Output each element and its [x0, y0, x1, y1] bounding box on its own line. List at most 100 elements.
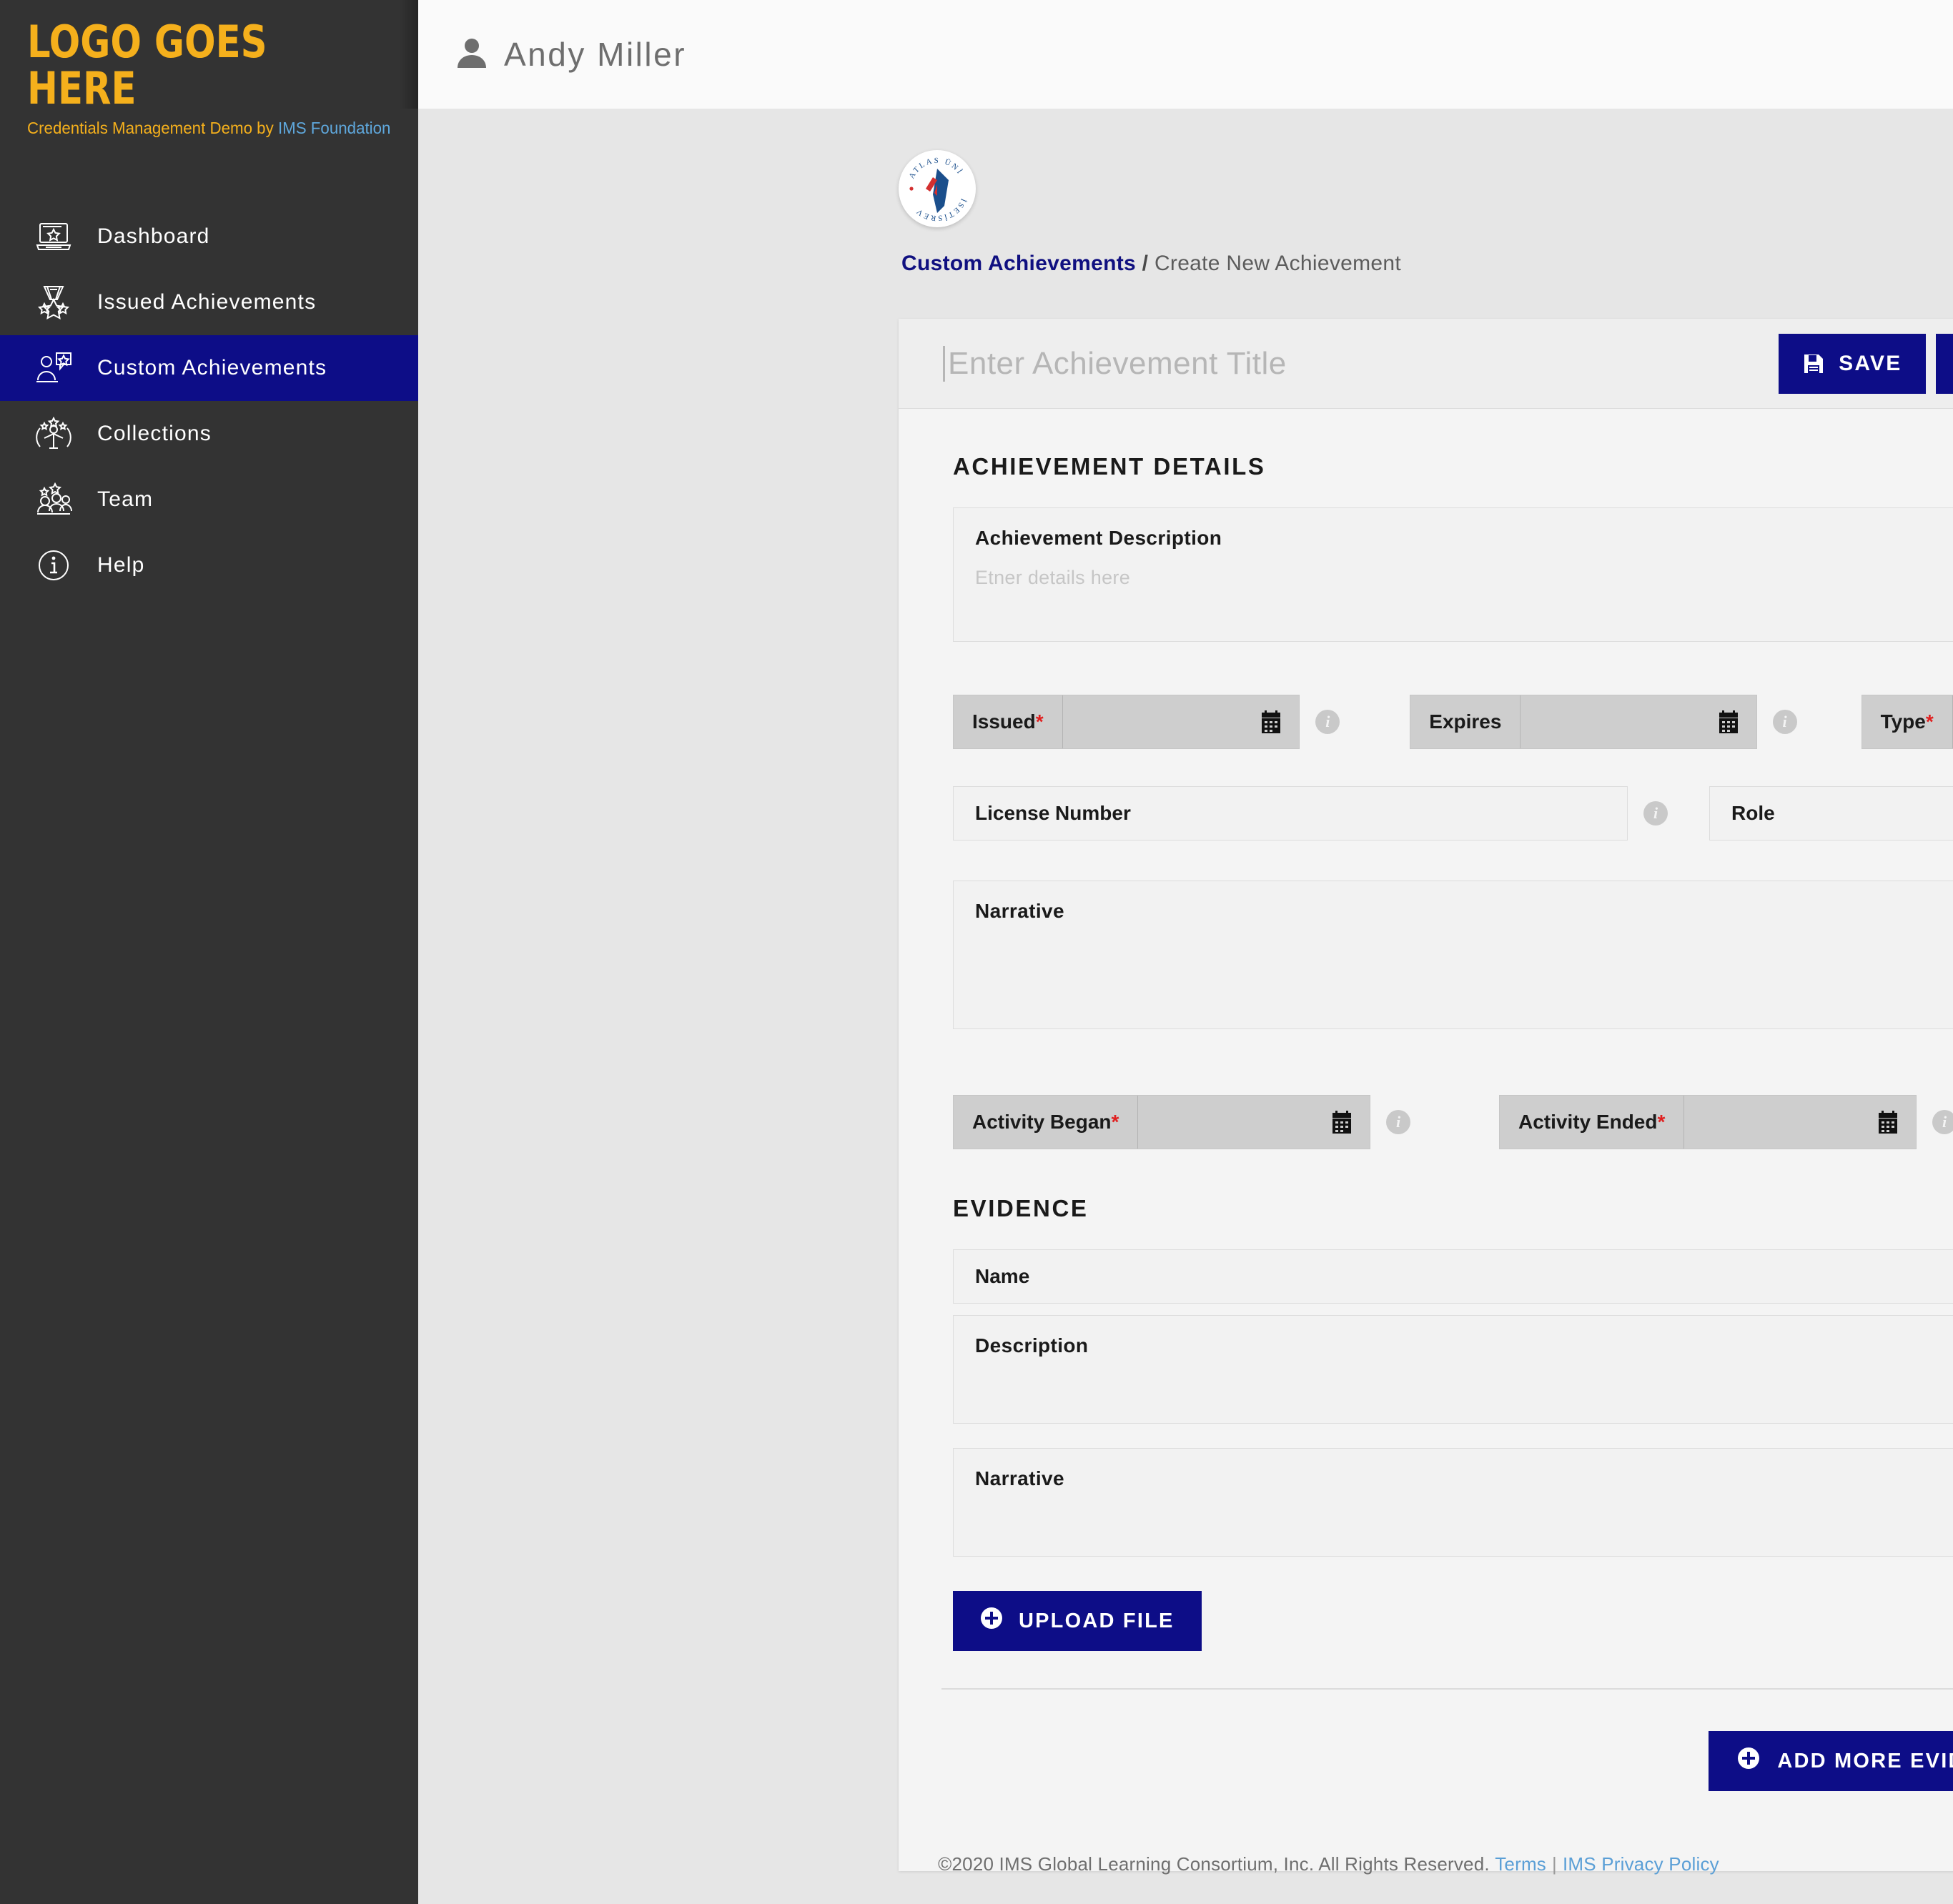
calendar-icon[interactable] [1877, 1111, 1899, 1134]
narrative-field[interactable]: Narrative [953, 881, 1953, 1029]
add-more-evidence-wrap: ADD MORE EVIDENCE [953, 1731, 1953, 1791]
expires-date-input[interactable] [1521, 695, 1756, 748]
topbar: Andy Miller Student [418, 0, 1953, 109]
role-label: Role [1731, 802, 1775, 824]
evidence-narrative-label: Narrative [975, 1467, 1065, 1489]
add-more-evidence-button[interactable]: ADD MORE EVIDENCE [1709, 1731, 1953, 1791]
type-label: Type * [1862, 695, 1953, 748]
app-root: LOGO GOES HERE Credentials Management De… [0, 0, 1953, 1904]
evidence-name-field[interactable]: Name [953, 1249, 1953, 1304]
evidence-divider [941, 1688, 1953, 1690]
people-stars-icon [30, 482, 77, 517]
issued-label-text: Issued [972, 710, 1036, 733]
achievement-description-placeholder: Etner details here [975, 567, 1131, 588]
achievement-title-input[interactable]: Enter Achievement Title [943, 345, 1287, 382]
upload-file-button[interactable]: UPLOAD FILE [953, 1591, 1202, 1651]
sidebar: LOGO GOES HERE Credentials Management De… [0, 0, 418, 1904]
breadcrumb-separator: / [1142, 252, 1149, 275]
info-icon[interactable]: i [1932, 1110, 1953, 1134]
user-name: Andy Miller [504, 36, 687, 73]
role-field[interactable]: Role [1709, 786, 1953, 841]
sidebar-item-team[interactable]: Team [0, 467, 418, 532]
sidebar-item-label: Collections [97, 422, 212, 446]
achievement-title-placeholder: Enter Achievement Title [948, 345, 1287, 381]
institution-logo: ATLAS ÜNİ İSETİSREV [899, 150, 976, 227]
content-inner: ATLAS ÜNİ İSETİSREV Custom Achievements … [418, 109, 1953, 1871]
page-header: ATLAS ÜNİ İSETİSREV Custom Achievements … [899, 150, 1953, 286]
brand-block: LOGO GOES HERE Credentials Management De… [0, 0, 418, 138]
add-more-evidence-label: ADD MORE EVIDENCE [1777, 1749, 1953, 1772]
evidence-description-label: Description [975, 1334, 1089, 1357]
calendar-icon[interactable] [1718, 710, 1739, 733]
user-block: Andy Miller [455, 35, 686, 74]
info-icon[interactable]: i [1315, 710, 1340, 734]
delete-button[interactable]: DELETE [1936, 333, 1953, 394]
type-select-field[interactable]: Type* Select Type [1861, 695, 1953, 749]
narrative-label: Narrative [975, 900, 1065, 922]
achievement-description-label: Achievement Description [975, 527, 1222, 549]
evidence-description-row: Description i [953, 1315, 1953, 1424]
card-body: ACHIEVEMENT DETAILS Achievement Descript… [899, 409, 1953, 1791]
calendar-icon[interactable] [1331, 1111, 1353, 1134]
evidence-name-row: Name i [953, 1249, 1953, 1304]
sidebar-item-custom-achievements[interactable]: Custom Achievements [0, 335, 418, 402]
activity-ended-input[interactable] [1684, 1096, 1916, 1149]
card-header: Enter Achievement Title SAVE [899, 319, 1953, 409]
issued-date-field[interactable]: Issued * [953, 695, 1300, 749]
section-title-achievement-details: ACHIEVEMENT DETAILS [953, 453, 1266, 480]
breadcrumb: Custom Achievements / Create New Achieve… [901, 252, 1401, 276]
save-disk-icon [1803, 353, 1824, 375]
activity-began-input[interactable] [1138, 1096, 1370, 1149]
evidence-name-label: Name [975, 1265, 1030, 1287]
plus-circle-icon [1737, 1747, 1760, 1775]
breadcrumb-current: Create New Achievement [1154, 252, 1402, 275]
sidebar-item-label: Custom Achievements [97, 356, 327, 380]
medal-star-icon [30, 285, 77, 320]
sidebar-item-label: Help [97, 553, 145, 577]
main-area: Andy Miller Student [418, 0, 1953, 1904]
sidebar-item-issued-achievements[interactable]: Issued Achievements [0, 269, 418, 335]
content-area: ATLAS ÜNİ İSETİSREV Custom Achievements … [418, 109, 1953, 1904]
text-cursor [943, 345, 945, 382]
upload-file-label: UPLOAD FILE [1019, 1609, 1175, 1632]
sidebar-item-help[interactable]: Help [0, 532, 418, 598]
license-number-label: License Number [975, 802, 1131, 824]
required-marker: * [1035, 710, 1044, 733]
calendar-icon[interactable] [1260, 710, 1282, 733]
sidebar-item-label: Issued Achievements [97, 290, 317, 314]
required-marker: * [1111, 1111, 1119, 1133]
issued-date-input[interactable] [1063, 695, 1300, 748]
plus-circle-icon [980, 1607, 1003, 1635]
activity-began-field[interactable]: Activity Began * [953, 1095, 1370, 1149]
save-button-label: SAVE [1839, 351, 1902, 375]
person-star-badge-icon [30, 352, 77, 385]
footer: ©2020 IMS Global Learning Consortium, In… [418, 1824, 1953, 1904]
brand-subtitle-link[interactable]: IMS Foundation [278, 119, 391, 137]
achievement-description-field[interactable]: Achievement Description Etner details he… [953, 507, 1953, 642]
info-icon[interactable]: i [1386, 1110, 1410, 1134]
sidebar-item-dashboard[interactable]: Dashboard [0, 204, 418, 269]
activity-ended-label-text: Activity Ended [1518, 1111, 1658, 1133]
person-icon [455, 36, 488, 73]
dates-type-row: Issued * i Expires i Type * [953, 695, 1953, 749]
evidence-description-field[interactable]: Description [953, 1315, 1953, 1424]
footer-terms-link[interactable]: Terms [1495, 1853, 1546, 1875]
card-header-buttons: SAVE DELETE [1779, 333, 1953, 394]
info-icon[interactable]: i [1643, 801, 1668, 825]
license-number-field[interactable]: License Number [953, 786, 1628, 841]
activity-dates-row: Activity Began * i Activity Ended * i [953, 1095, 1953, 1149]
info-icon[interactable]: i [1772, 710, 1797, 734]
brand-subtitle: Credentials Management Demo by IMS Found… [27, 119, 407, 138]
laptop-star-icon [30, 221, 77, 252]
expires-label-text: Expires [1429, 710, 1502, 733]
evidence-narrative-field[interactable]: Narrative [953, 1448, 1953, 1557]
footer-separator: | [1552, 1853, 1557, 1875]
save-button[interactable]: SAVE [1779, 333, 1927, 394]
breadcrumb-link-custom-achievements[interactable]: Custom Achievements [901, 252, 1136, 275]
expires-date-field[interactable]: Expires [1410, 695, 1757, 749]
footer-privacy-link[interactable]: IMS Privacy Policy [1563, 1853, 1719, 1875]
sidebar-item-collections[interactable]: Collections [0, 401, 418, 467]
activity-began-label: Activity Began * [954, 1096, 1139, 1149]
footer-copyright: ©2020 IMS Global Learning Consortium, In… [938, 1853, 1490, 1875]
activity-ended-field[interactable]: Activity Ended * [1499, 1095, 1917, 1149]
